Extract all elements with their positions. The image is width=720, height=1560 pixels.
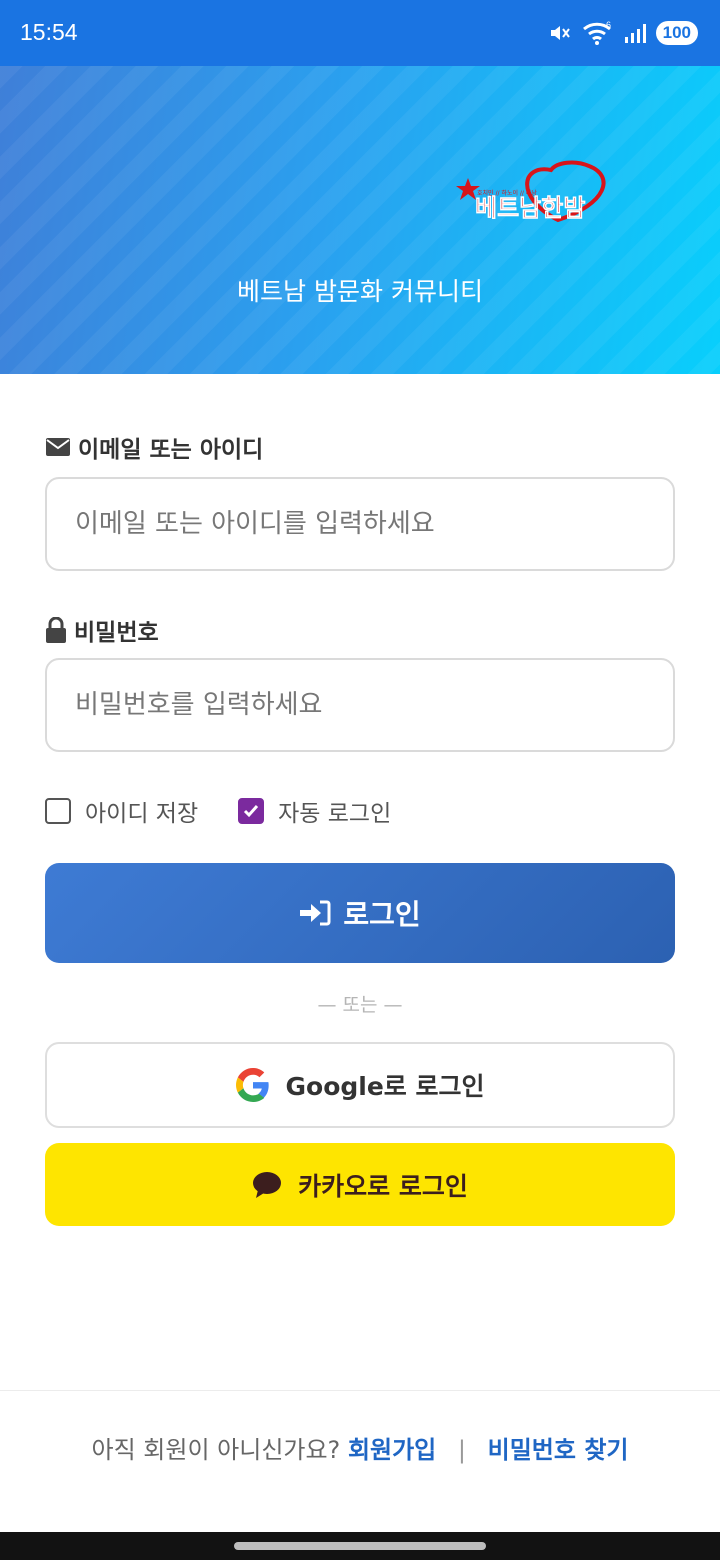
battery-indicator: 100 <box>655 21 698 45</box>
email-label: 이메일 또는 아이디 <box>46 430 263 464</box>
signal-icon <box>624 24 646 43</box>
password-label: 비밀번호 <box>46 613 159 647</box>
find-password-link[interactable]: 비밀번호 찾기 <box>488 1436 629 1464</box>
logo-text: 베트남한밤 <box>475 194 585 222</box>
login-button-label: 로그인 <box>343 898 421 931</box>
kakao-login-button[interactable]: 카카오로 로그인 <box>45 1143 675 1226</box>
auto-login-label: 자동 로그인 <box>278 801 392 827</box>
status-icons: 6 100 <box>548 20 698 46</box>
google-logo-icon <box>235 1068 269 1102</box>
auto-login-option[interactable]: 자동 로그인 <box>238 794 391 828</box>
site-logo: 호치민 // 하노이 // 다낭 베트남한밤 <box>456 160 606 222</box>
checkmark-icon <box>244 805 259 818</box>
lock-icon <box>46 617 66 643</box>
mute-icon <box>550 26 570 40</box>
footer-separator: | <box>457 1436 466 1464</box>
footer-divider <box>0 1390 720 1391</box>
email-label-text: 이메일 또는 아이디 <box>78 437 264 463</box>
signup-question: 아직 회원이 아니신가요? <box>91 1436 341 1464</box>
google-login-button[interactable]: Google로 로그인 <box>45 1042 675 1128</box>
envelope-icon <box>46 438 70 456</box>
system-nav-bar <box>0 1532 720 1560</box>
footer: 아직 회원이 아니신가요? 회원가입 | 비밀번호 찾기 <box>0 1430 720 1465</box>
speech-bubble-icon <box>253 1171 282 1198</box>
home-gesture-handle[interactable] <box>234 1542 486 1550</box>
signup-link[interactable]: 회원가입 <box>348 1436 436 1464</box>
google-login-label: Google로 로그인 <box>285 1072 485 1101</box>
save-id-checkbox[interactable] <box>45 798 71 824</box>
save-id-option[interactable]: 아이디 저장 <box>45 794 198 828</box>
kakao-login-label: 카카오로 로그인 <box>298 1171 468 1201</box>
password-input[interactable] <box>45 658 675 752</box>
hero-subtitle: 베트남 밤문화 커뮤니티 <box>237 277 483 306</box>
password-label-text: 비밀번호 <box>74 620 159 646</box>
status-time: 15:54 <box>20 19 78 45</box>
save-id-label: 아이디 저장 <box>85 801 199 827</box>
wifi-badge: 6 <box>606 20 611 30</box>
status-bar: 15:54 6 100 <box>0 0 720 66</box>
or-divider: — 또는 — <box>317 994 403 1016</box>
sign-in-icon <box>300 900 331 926</box>
auto-login-checkbox[interactable] <box>238 798 265 824</box>
login-button[interactable]: 로그인 <box>45 863 675 963</box>
wifi-icon: 6 <box>582 20 611 45</box>
hero-banner: 호치민 // 하노이 // 다낭 베트남한밤 베트남 밤문화 커뮤니티 <box>0 66 720 374</box>
login-options: 아이디 저장 자동 로그인 <box>45 794 391 828</box>
email-input[interactable] <box>45 477 675 571</box>
